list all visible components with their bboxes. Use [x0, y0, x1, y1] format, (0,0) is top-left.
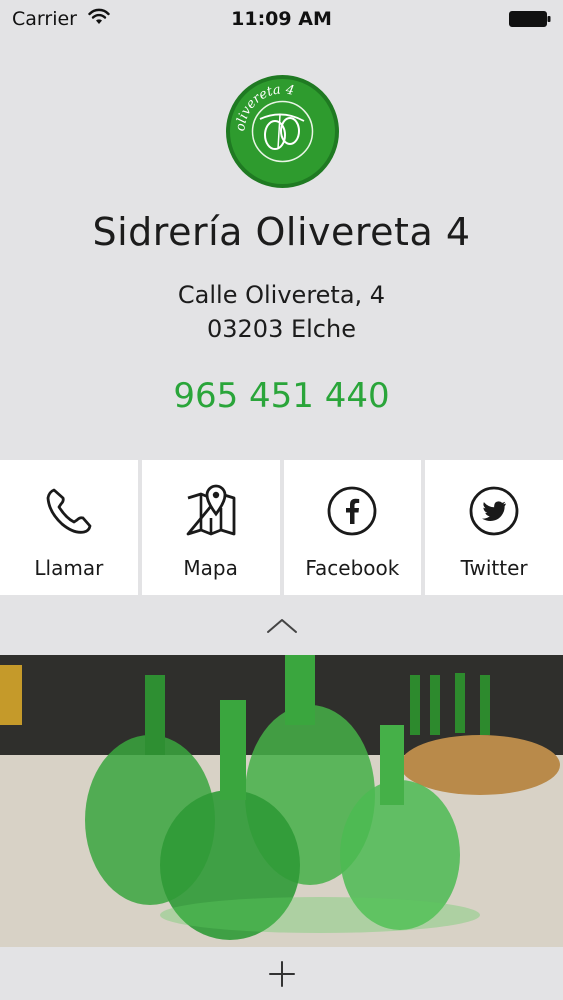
plus-icon[interactable]: [266, 958, 298, 990]
map-button[interactable]: Mapa: [141, 460, 280, 595]
phone-number-link[interactable]: 965 451 440: [0, 376, 563, 416]
twitter-label: Twitter: [460, 556, 528, 580]
clock: 11:09 AM: [231, 8, 332, 30]
action-tiles: Llamar Mapa Facebook Twitter: [0, 460, 563, 595]
address-line-2: 03203 Elche: [207, 315, 356, 343]
status-bar: Carrier 11:09 AM: [0, 0, 563, 40]
facebook-label: Facebook: [305, 556, 400, 580]
facebook-button[interactable]: Facebook: [283, 460, 422, 595]
twitter-icon: [469, 486, 519, 536]
business-address: Calle Olivereta, 4 03203 Elche: [0, 278, 563, 346]
facebook-icon: [327, 486, 377, 536]
chevron-up-icon[interactable]: [264, 612, 300, 640]
brand-logo: olivereta 4: [226, 75, 339, 188]
battery-icon: [509, 11, 551, 27]
business-photo: [0, 655, 563, 947]
call-button[interactable]: Llamar: [0, 460, 138, 595]
map-label: Mapa: [183, 556, 238, 580]
twitter-button[interactable]: Twitter: [425, 460, 563, 595]
olive-logo-icon: olivereta 4: [233, 82, 314, 163]
call-label: Llamar: [34, 556, 104, 580]
business-header: olivereta 4 Sidrería Olivereta 4 Calle O…: [0, 40, 563, 458]
address-line-1: Calle Olivereta, 4: [177, 281, 386, 309]
map-icon: [186, 484, 236, 536]
green-bottles-image: [0, 655, 563, 947]
phone-icon: [46, 488, 92, 534]
business-name: Sidrería Olivereta 4: [92, 210, 471, 254]
